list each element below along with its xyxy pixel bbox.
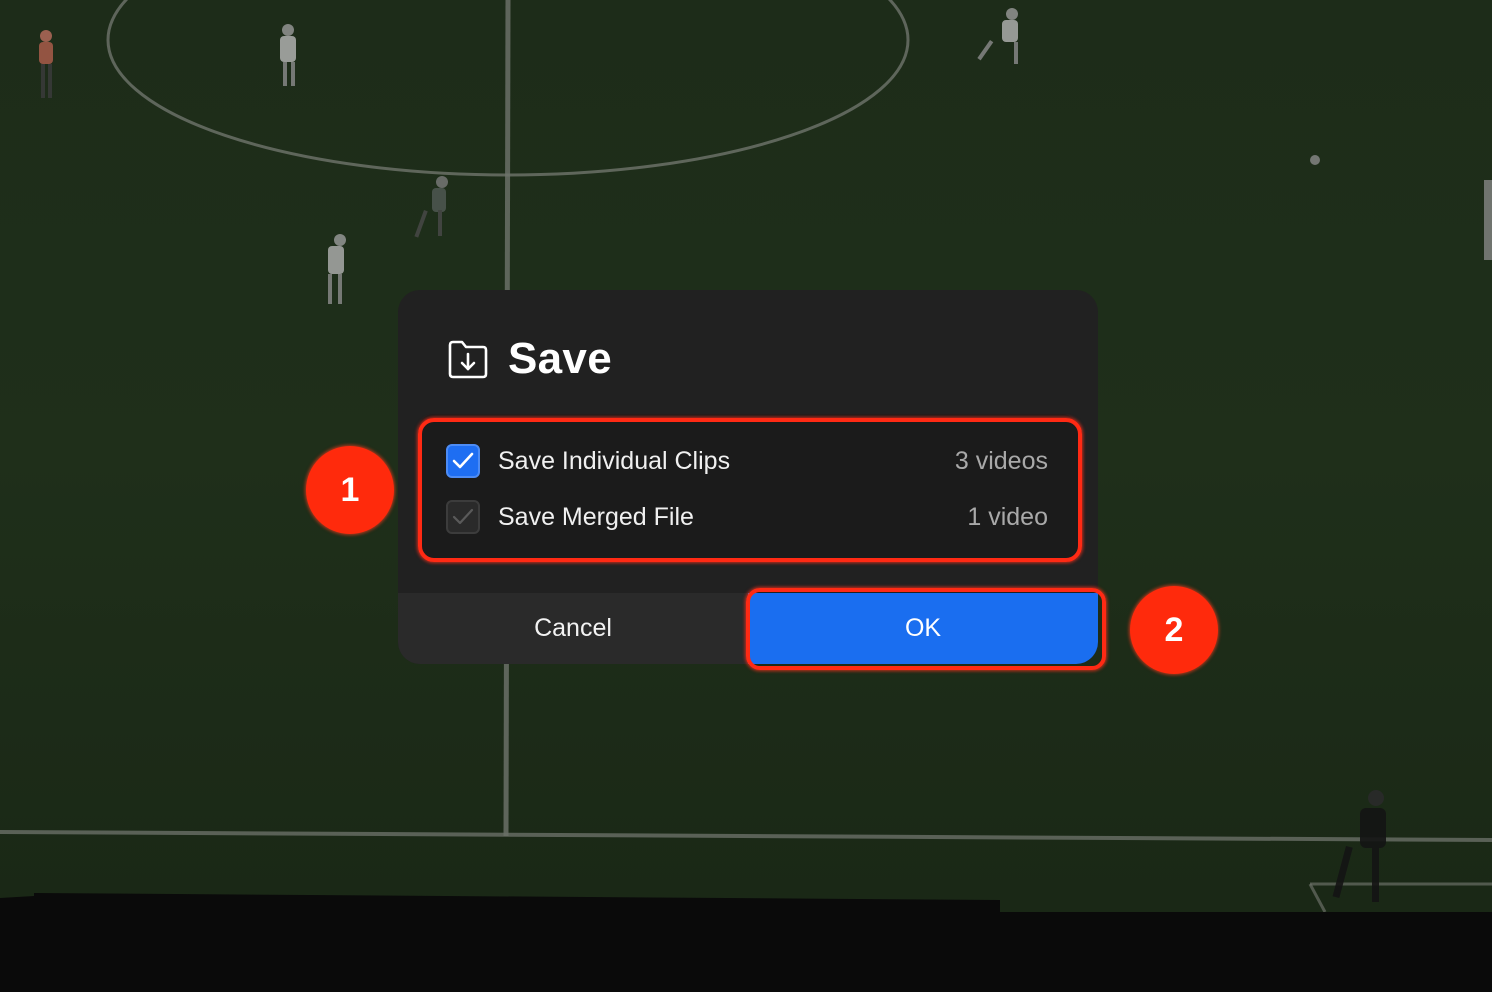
folder-download-icon xyxy=(446,337,490,381)
option-count: 3 videos xyxy=(954,446,1048,475)
player-figure xyxy=(1484,180,1492,260)
annotation-badge-2: 2 xyxy=(1130,586,1218,674)
individual-clips-checkbox[interactable] xyxy=(446,444,480,478)
checkmark-icon xyxy=(452,452,474,469)
dialog-title: Save xyxy=(508,334,612,383)
dialog-header: Save xyxy=(446,334,612,384)
screen: Save Save Individual Clips 3 videos Save… xyxy=(0,0,1492,992)
checkmark-icon xyxy=(452,508,474,525)
annotation-badge-1: 1 xyxy=(306,446,394,534)
ball xyxy=(1310,155,1320,165)
bottom-bar xyxy=(0,912,1492,992)
option-label: Save Merged File xyxy=(498,502,694,531)
option-label: Save Individual Clips xyxy=(498,446,731,475)
option-save-merged-file[interactable]: Save Merged File 1 video xyxy=(446,497,1048,537)
ok-button[interactable]: OK xyxy=(748,593,1098,664)
save-options-list: Save Individual Clips 3 videos Save Merg… xyxy=(418,414,1078,560)
dialog-footer: Cancel OK xyxy=(398,593,1098,664)
option-count: 1 video xyxy=(967,502,1048,531)
save-dialog: Save Save Individual Clips 3 videos Save… xyxy=(398,290,1098,664)
option-save-individual-clips[interactable]: Save Individual Clips 3 videos xyxy=(446,441,1048,481)
merged-file-checkbox[interactable] xyxy=(446,500,480,534)
cancel-button[interactable]: Cancel xyxy=(398,593,748,664)
